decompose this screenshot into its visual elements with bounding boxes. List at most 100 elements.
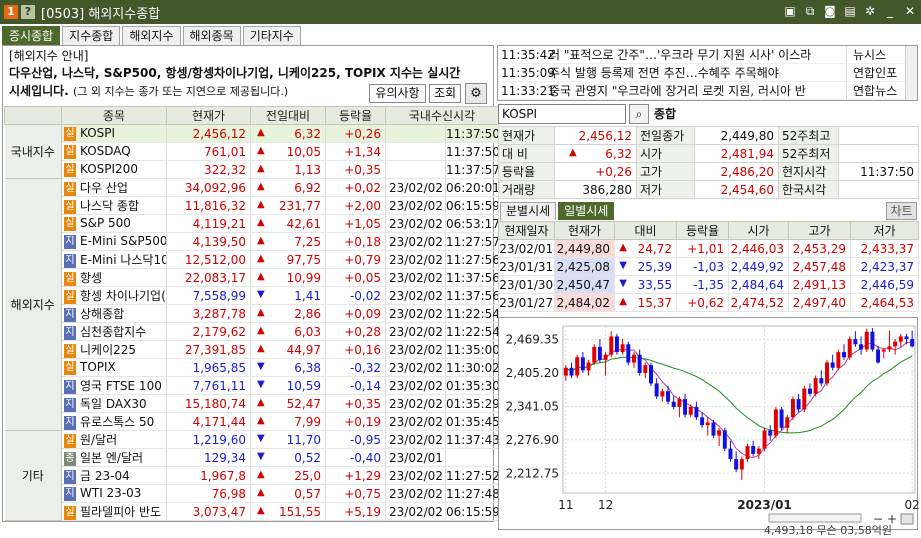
col-header-rate[interactable]: 등락율	[325, 106, 386, 125]
down-triangle-icon: ▼	[619, 259, 627, 271]
name-cell[interactable]: 지 유로스톡스 50	[61, 412, 167, 431]
table-row[interactable]: 지 독일 DAX30 15,180,74 ▲ 52,47 +0,35 23/02/02 01:…	[5, 394, 499, 413]
table-row[interactable]: 실 KOSPI200 322,32 ▲ 1,13 +0,35 11:37:57	[5, 160, 499, 179]
name-cell[interactable]: 지 심천종합지수	[61, 322, 167, 341]
daily-col-header[interactable]: 현재일자	[498, 221, 555, 240]
name-cell[interactable]: 실 항셍	[61, 268, 167, 287]
link-icon[interactable]: ⧉	[803, 4, 817, 18]
daily-col-header[interactable]: 고가	[788, 221, 851, 240]
tab-0[interactable]: 증시종합	[2, 26, 61, 45]
daily-row[interactable]: 23/01/27 2,484,02 ▲ 15,37 +0,62 2,474,52 2,497…	[498, 293, 919, 312]
symbol-code-input[interactable]: KOSPI	[498, 104, 626, 124]
table-row[interactable]: 지 영국 FTSE 100 7,761,11 ▼ 10,59 -0,14 23/02/02 0…	[5, 376, 499, 395]
table-row[interactable]: 지 E-Mini S&P500 4,139,50 ▲ 7,25 +0,18 23/02/02…	[5, 232, 499, 251]
table-row[interactable]: 기타 실 원/달러 1,219,60 ▼ 11,70 -0,95 23/02/02 11:37:…	[4, 430, 499, 521]
table-row[interactable]: 해외지수 실 다우 산업 34,092,96 ▲ 6,92 +0,02 23/02/02 06:…	[4, 178, 499, 431]
news-item[interactable]: 11:33:21 중국 관영지 "우크라에 장거리 로켓 지원, 러시아 반 연합뉴…	[498, 82, 917, 100]
name-cell[interactable]: 종 일본 엔/달러	[61, 448, 167, 467]
name-cell[interactable]: 실 다우 산업	[61, 178, 167, 197]
news-item[interactable]: 11:35:42 러 "표적으로 간주"…'우크라 무기 지원 시사' 이스라 뉴시…	[498, 46, 917, 64]
layout-icon[interactable]: ▣	[783, 4, 797, 18]
daily-row[interactable]: 23/01/31 2,425,08 ▼ 25,39 -1,03 2,449,92 2,457…	[498, 257, 919, 276]
title-bar: 1 ? [0503] 해외지수종합 ▣ ⧉ ◙ ▤ ✲ _ ✕	[0, 0, 921, 24]
table-row[interactable]: 실 항셍 22,083,17 ▲ 10,99 +0,05 23/02/02 11:37:56	[5, 268, 499, 287]
candle-body	[830, 362, 835, 368]
table-row[interactable]: 실 필라델피아 반도 3,073,47 ▲ 151,55 +5,19 23/02/02 06:…	[5, 502, 499, 521]
minimize-icon[interactable]: _	[883, 4, 897, 18]
news-scrollbar[interactable]	[905, 46, 917, 100]
table-row[interactable]: 실 나스닥 종합 11,816,32 ▲ 231,77 +2,00 23/02/02 06:1…	[5, 196, 499, 215]
subtab-0[interactable]: 분별시세	[500, 202, 557, 220]
quote-row: 현재가 2,456,12 전일종가 2,449,80 52주최고	[498, 126, 919, 145]
daily-col-header[interactable]: 현재가	[554, 221, 615, 240]
magnifier-icon[interactable]: ⌕	[629, 104, 649, 124]
col-header-name[interactable]: 종목	[61, 106, 167, 125]
tab-4[interactable]: 기타지수	[242, 26, 301, 45]
daily-col-header[interactable]: 저가	[850, 221, 919, 240]
chart-option-icon[interactable]	[900, 513, 914, 525]
chart-scroll-bar[interactable]	[768, 513, 862, 523]
tab-1[interactable]: 지수종합	[62, 26, 121, 45]
daily-row[interactable]: 23/01/30 2,450,47 ▼ 33,55 -1,35 2,484,64 2,491…	[498, 275, 919, 294]
daily-row[interactable]: 23/02/01 2,449,80 ▲ 24,72 +1,01 2,446,03 2,453…	[498, 239, 919, 258]
name-cell[interactable]: 실 원/달러	[61, 430, 167, 449]
news-item[interactable]: 11:35:09 주식 발행 등록제 전면 추진…수혜주 주목해야 연합인포	[498, 64, 917, 82]
name-cell[interactable]: 지 상해종합	[61, 304, 167, 323]
col-header-change[interactable]: 전일대비	[250, 106, 326, 125]
type-badge: 실	[64, 199, 76, 214]
name-cell[interactable]: 실 나스닥 종합	[61, 196, 167, 215]
chart-button[interactable]: 차트	[886, 202, 917, 220]
name-cell[interactable]: 실 필라델피아 반도	[61, 502, 167, 521]
gear-icon[interactable]: ✲	[863, 4, 877, 18]
table-row[interactable]: 종 일본 엔/달러 129,34 ▼ 0,52 -0,40 23/02/01	[5, 448, 499, 467]
table-row[interactable]: 실 니케이225 27,391,85 ▲ 44,97 +0,16 23/02/02 11:35…	[5, 340, 499, 359]
camera-icon[interactable]: ◙	[823, 4, 837, 18]
name-cell[interactable]: 실 니케이225	[61, 340, 167, 359]
table-row[interactable]: 실 항셍 차이나기업(7,558,99 ▼ 1,41 -0,02 23/02/02 11:3…	[5, 286, 499, 305]
daily-col-header[interactable]: 등락율	[676, 221, 729, 240]
name-cell[interactable]: 지 WTI 23-03	[61, 484, 167, 503]
close-icon[interactable]: ✕	[903, 4, 917, 18]
print-icon[interactable]: ▤	[843, 4, 857, 18]
name-cell[interactable]: 지 금 23-04	[61, 466, 167, 485]
table-row[interactable]: 지 WTI 23-03 76,98 ▲ 0,57 +0,75 23/02/02 11:27:4…	[5, 484, 499, 503]
news-headline[interactable]: 중국 관영지 "우크라에 장거리 로켓 지원, 러시아 반	[546, 82, 846, 99]
table-row[interactable]: 지 금 23-04 1,967,8 ▲ 25,0 +1,29 23/02/02 11:27:5…	[5, 466, 499, 485]
query-button[interactable]: 조회	[429, 84, 461, 103]
name-cell[interactable]: 실 KOSPI200	[61, 160, 167, 179]
tab-3[interactable]: 해외종목	[182, 26, 241, 45]
name-cell[interactable]: 지 영국 FTSE 100	[61, 376, 167, 395]
price-chart[interactable]: 2,469.35 2,405.20 2,341.05 2,276.90 2,212.75…	[498, 317, 920, 530]
daily-col-header[interactable]: 시가	[728, 221, 789, 240]
table-row[interactable]: 지 상해종합 3,287,78 ▲ 2,86 +0,09 23/02/02 11:22:54	[5, 304, 499, 323]
table-row[interactable]: 지 심천종합지수 2,179,62 ▲ 6,03 +0,28 23/02/02 11:22:5…	[5, 322, 499, 341]
name-cell[interactable]: 지 E-Mini S&P500	[61, 232, 167, 251]
daily-col-header[interactable]: 대비	[614, 221, 677, 240]
name-cell[interactable]: 실 TOPIX	[61, 358, 167, 377]
price-cell: 3,073,47	[166, 502, 251, 521]
screen-number-badge[interactable]: 1	[4, 5, 18, 19]
table-row[interactable]: 실 S&P 500 4,119,21 ▲ 42,61 +1,05 23/02/02 06:53…	[5, 214, 499, 233]
tab-2[interactable]: 해외지수	[122, 26, 181, 45]
col-header-price[interactable]: 현재가	[166, 106, 251, 125]
col-header-recv-time[interactable]: 국내수신시각	[385, 106, 499, 125]
news-headline[interactable]: 주식 발행 등록제 전면 추진…수혜주 주목해야	[546, 64, 846, 81]
name-cell[interactable]: 실 항셍 차이나기업(	[61, 286, 167, 305]
subtab-1[interactable]: 일별시세	[558, 202, 615, 220]
table-row[interactable]: 실 TOPIX 1,965,85 ▼ 6,38 -0,32 23/02/02 11:30:02	[5, 358, 499, 377]
settings-gear-icon[interactable]: ⚙	[465, 83, 487, 104]
name-cell[interactable]: 실 KOSDAQ	[61, 142, 167, 161]
table-row[interactable]: 국내지수 실 KOSPI 2,456,12 ▲ 6,32 +0,26 11:37:50	[4, 124, 499, 179]
news-headline[interactable]: 러 "표적으로 간주"…'우크라 무기 지원 시사' 이스라	[546, 46, 846, 63]
caution-button[interactable]: 유의사항	[369, 84, 426, 103]
name-cell[interactable]: 지 독일 DAX30	[61, 394, 167, 413]
table-row[interactable]: 지 E-Mini 나스닥10012,512,00 ▲ 97,75 +0,7923/02/…	[5, 250, 499, 269]
daily-price: 2,484,02	[554, 293, 615, 312]
name-cell[interactable]: 실 S&P 500	[61, 214, 167, 233]
up-triangle-icon: ▲	[257, 270, 265, 282]
name-cell[interactable]: 지 E-Mini 나스닥100	[61, 250, 167, 269]
name-cell[interactable]: 실 KOSPI	[61, 124, 167, 143]
help-icon[interactable]: ?	[21, 5, 35, 19]
table-row[interactable]: 실 KOSDAQ 761,01 ▲ 10,05 +1,34 11:37:50	[5, 142, 499, 161]
table-row[interactable]: 지 유로스톡스 50 4,171,44 ▲ 7,99 +0,19 23/02/02 01:35…	[5, 412, 499, 431]
